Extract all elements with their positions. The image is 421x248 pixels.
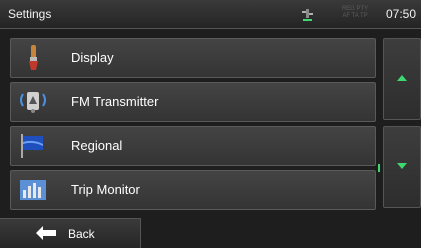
back-button[interactable]: Back	[0, 218, 141, 248]
menu-item-label: Regional	[71, 138, 123, 153]
gps-satellite-icon	[302, 9, 313, 21]
back-label: Back	[68, 227, 95, 241]
scroll-position-indicator	[378, 164, 380, 172]
page-title: Settings	[8, 7, 52, 21]
settings-list: Display FM Transmitter Regional Trip Mon…	[10, 38, 376, 214]
menu-item-trip-monitor[interactable]: Trip Monitor	[10, 170, 376, 210]
menu-item-fm-transmitter[interactable]: FM Transmitter	[10, 82, 376, 122]
scroll-up-button[interactable]	[383, 38, 421, 120]
trip-monitor-icon	[20, 180, 46, 200]
menu-item-label: Trip Monitor	[71, 182, 140, 197]
chevron-down-icon	[397, 163, 407, 169]
menu-item-label: FM Transmitter	[71, 94, 159, 109]
paintbrush-icon	[29, 45, 38, 70]
fm-transmitter-icon	[20, 92, 46, 113]
scroll-down-button[interactable]	[383, 126, 421, 208]
menu-item-label: Display	[71, 50, 114, 65]
status-bar: Settings REG PTY AF TA TP 07:50	[0, 0, 421, 29]
clock: 07:50	[386, 7, 417, 21]
menu-item-regional[interactable]: Regional	[10, 126, 376, 166]
rds-indicator: REG PTY AF TA TP	[341, 6, 369, 19]
back-arrow-icon	[36, 226, 56, 240]
chevron-up-icon	[397, 75, 407, 81]
flag-icon	[21, 134, 43, 158]
menu-item-display[interactable]: Display	[10, 38, 376, 78]
